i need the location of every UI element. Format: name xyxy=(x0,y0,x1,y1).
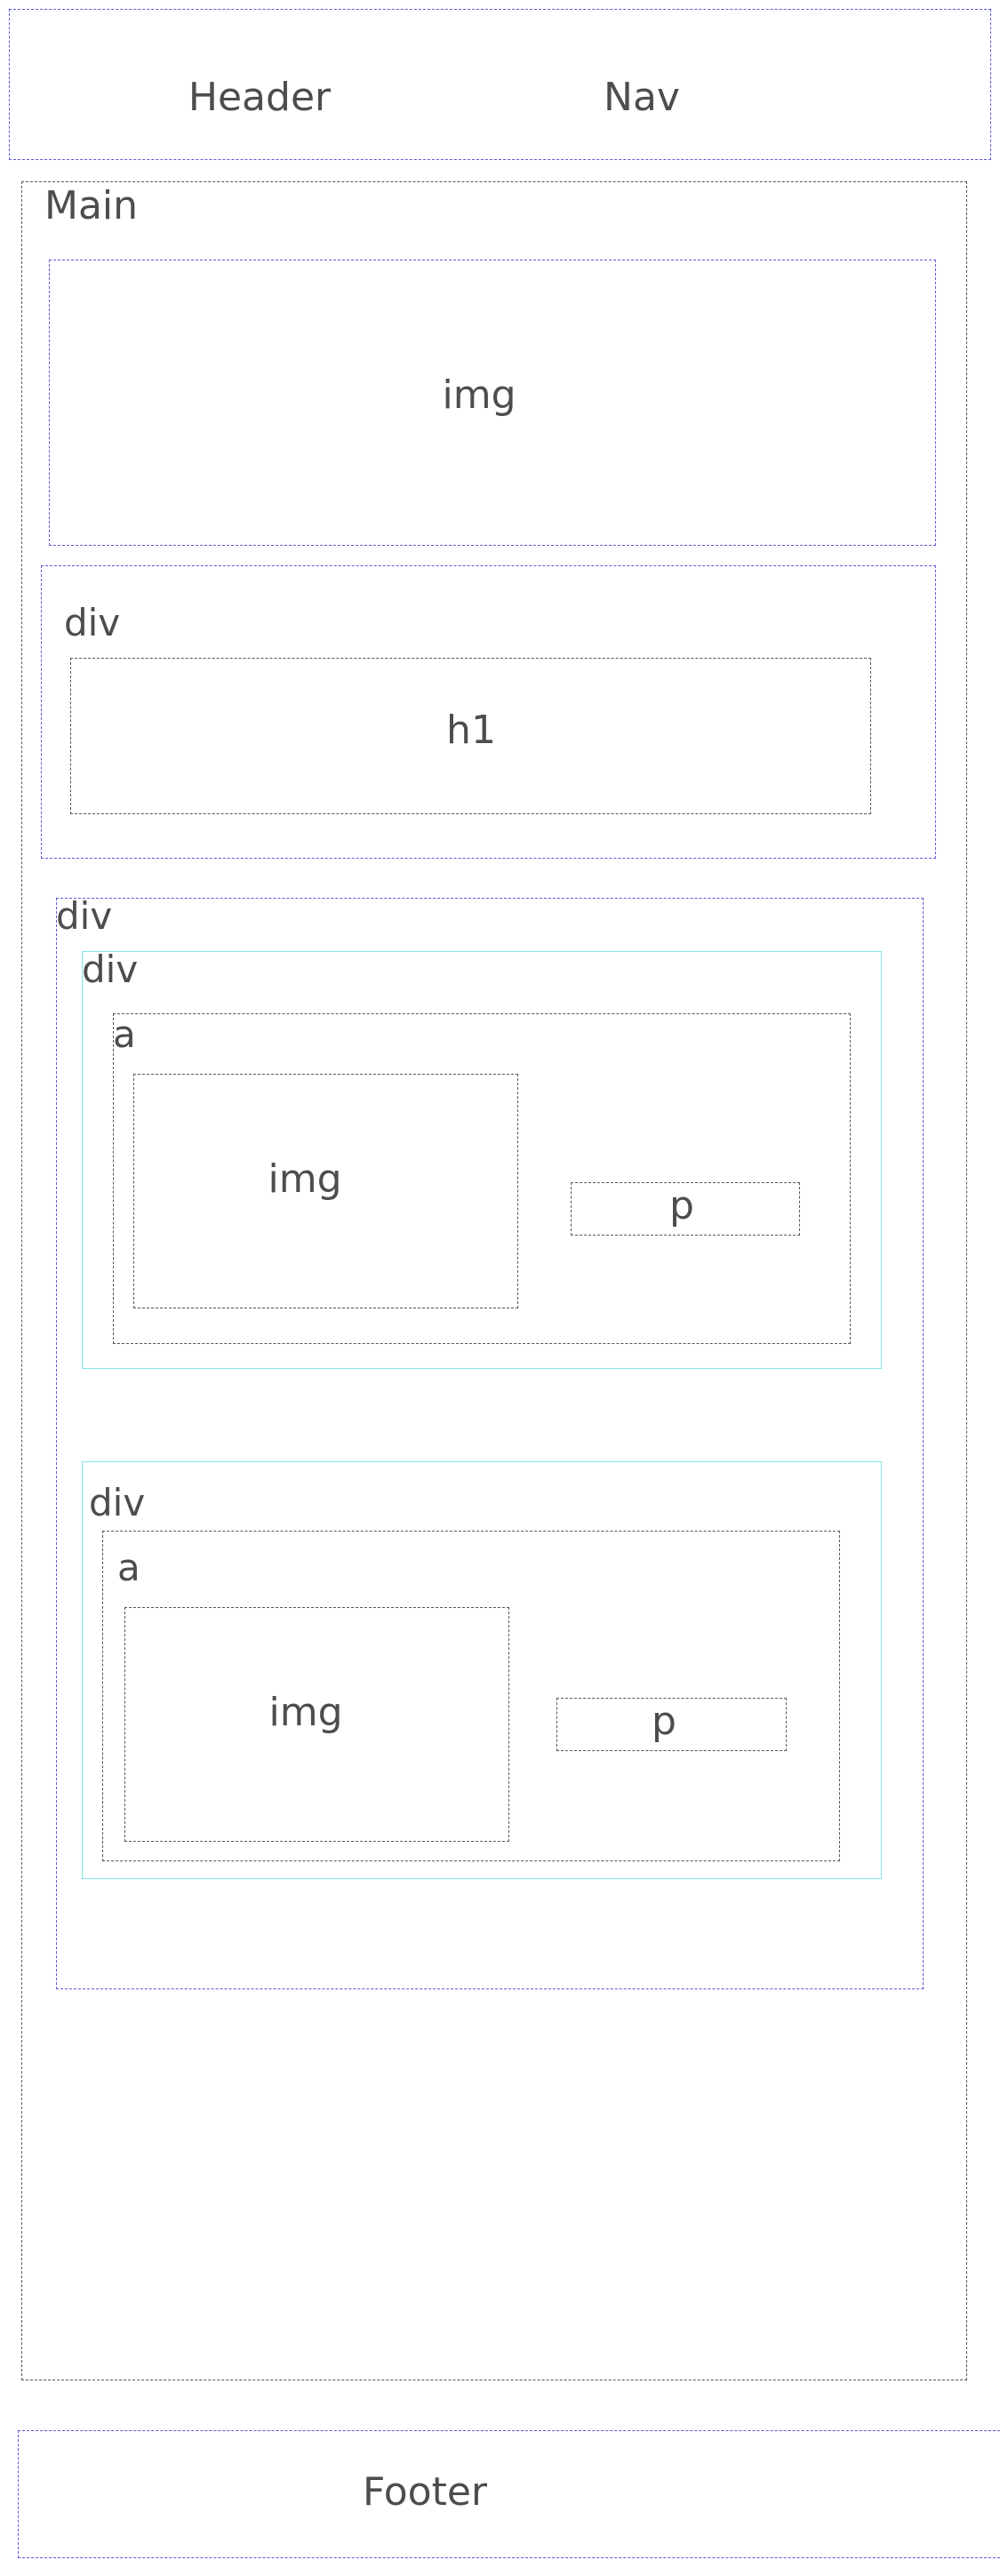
card-1-p-label: p xyxy=(669,1183,694,1228)
footer-label: Footer xyxy=(363,2469,487,2515)
card-2-div-label: div xyxy=(89,1481,146,1524)
card-1-img-label: img xyxy=(268,1156,342,1202)
cards-div-label: div xyxy=(56,894,113,938)
nav-label: Nav xyxy=(604,75,680,120)
footer-box xyxy=(18,2430,1000,2558)
title-div-label: div xyxy=(64,601,121,644)
card-1-link-label: a xyxy=(113,1012,136,1056)
card-2-link-label: a xyxy=(117,1546,140,1589)
header-box xyxy=(9,9,991,160)
card-2-img-label: img xyxy=(268,1690,343,1735)
card-2-p-label: p xyxy=(652,1699,676,1744)
main-label: Main xyxy=(44,183,139,228)
header-label: Header xyxy=(188,75,332,120)
h1-label: h1 xyxy=(446,708,496,753)
card-1-div-label: div xyxy=(82,948,139,991)
hero-img-label: img xyxy=(442,372,516,418)
